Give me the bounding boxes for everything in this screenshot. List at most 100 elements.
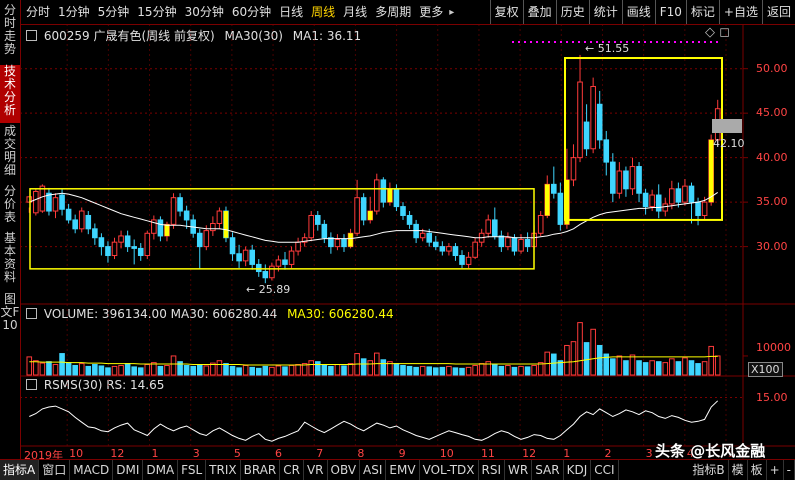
price-axis-label-2: 40.00: [756, 150, 788, 164]
indicator-tab-14[interactable]: RSI: [479, 460, 506, 480]
volume-bar-11: [98, 365, 105, 376]
indicator-tab-11[interactable]: ASI: [360, 460, 387, 480]
candle-body-36: [262, 271, 269, 279]
candle-body-23: [177, 197, 183, 212]
candle-body-40: [288, 250, 295, 265]
volume-bar-13: [111, 365, 118, 376]
volume-bar-6: [65, 362, 72, 376]
indicator-tab-16[interactable]: SAR: [532, 460, 564, 480]
volume-bar-39: [282, 366, 288, 376]
volume-bar-63: [439, 366, 446, 376]
candle-body-99: [675, 188, 682, 203]
indicator-tab-12[interactable]: EMV: [386, 460, 420, 480]
candle-body-43: [308, 214, 315, 239]
volume-bar-31: [229, 365, 236, 376]
volume-bar-40: [288, 364, 295, 376]
candle-body-101: [688, 185, 695, 203]
volume-bar-64: [446, 365, 452, 376]
volume-bar-46: [328, 365, 334, 376]
candle-body-1: [33, 190, 39, 214]
candle-body-103: [701, 201, 708, 216]
volume-bar-48: [341, 365, 347, 376]
indicator-tab-18[interactable]: CCI: [591, 460, 619, 480]
candle-body-87: [596, 103, 603, 141]
volume-bar-16: [131, 366, 137, 376]
volume-bar-27: [203, 365, 210, 376]
volume-bar-36: [262, 365, 269, 376]
volume-bar-57: [400, 364, 406, 376]
candle-body-57: [400, 206, 406, 216]
candle-body-37: [269, 265, 275, 279]
candle-body-73: [505, 237, 511, 248]
volume-bar-68: [472, 364, 478, 376]
candle-body-89: [610, 161, 616, 194]
volume-bar-98: [669, 358, 675, 376]
candle-body-95: [649, 194, 655, 208]
volume-bar-18: [144, 364, 151, 376]
volume-bar-94: [642, 362, 649, 376]
volume-bar-33: [242, 364, 249, 376]
indicator-tab-4[interactable]: DMA: [143, 460, 179, 480]
candle-body-5: [59, 194, 65, 210]
candle-body-13: [111, 241, 118, 257]
low-annotation: ← 25.89: [246, 283, 291, 296]
bottom-right-button-3[interactable]: +: [767, 460, 784, 480]
indicator-tab-0[interactable]: 指标A: [0, 460, 40, 480]
candle-body-12: [105, 246, 111, 257]
candle-body-51: [360, 197, 367, 221]
candle-body-53: [373, 179, 380, 212]
indicator-tab-6[interactable]: TRIX: [206, 460, 241, 480]
volume-bar-20: [157, 365, 164, 376]
volume-bar-91: [623, 360, 629, 376]
indicator-tab-15[interactable]: WR: [505, 460, 533, 480]
volume-bar-43: [308, 360, 315, 376]
indicator-tab-17[interactable]: KDJ: [564, 460, 592, 480]
price-marker: [712, 119, 742, 133]
candle-body-63: [439, 246, 446, 252]
volume-bar-89: [610, 358, 616, 376]
indicator-tab-5[interactable]: FSL: [178, 460, 207, 480]
candle-body-41: [295, 241, 301, 252]
volume-bar-76: [524, 366, 531, 376]
volume-bar-101: [688, 360, 695, 376]
volume-bar-14: [118, 364, 124, 376]
volume-bar-85: [583, 342, 590, 376]
candle-body-92: [629, 166, 636, 190]
stock-chart[interactable]: [0, 0, 795, 479]
candle-body-28: [210, 222, 216, 232]
indicator-tab-8[interactable]: CR: [280, 460, 304, 480]
candle-body-16: [131, 246, 137, 249]
volume-bar-12: [105, 367, 111, 376]
indicator-tab-10[interactable]: OBV: [328, 460, 361, 480]
volume-bar-103: [701, 361, 708, 376]
indicator-tab-3[interactable]: DMI: [113, 460, 144, 480]
indicator-tab-9[interactable]: VR: [304, 460, 328, 480]
indicator-tab-2[interactable]: MACD: [70, 460, 114, 480]
volume-bar-22: [170, 355, 177, 376]
volume-axis-label: 10000: [756, 341, 791, 354]
bottom-right-button-1[interactable]: 模: [729, 460, 748, 480]
volume-unit-label: X100: [748, 362, 783, 377]
volume-bar-1: [33, 360, 39, 376]
candle-body-98: [669, 188, 675, 205]
volume-bar-60: [419, 365, 426, 376]
volume-bar-0: [26, 356, 33, 376]
signal-candle-0: [164, 224, 170, 236]
indicator-tab-13[interactable]: VOL-TDX: [420, 460, 479, 480]
bottom-right-button-4[interactable]: -: [784, 460, 795, 480]
volume-bar-62: [432, 367, 439, 376]
candle-body-22: [170, 197, 177, 225]
volume-bar-102: [695, 363, 701, 376]
indicator-tab-1[interactable]: 窗口: [39, 460, 71, 480]
bottom-right-button-2[interactable]: 板: [748, 460, 767, 480]
volume-bar-99: [675, 361, 682, 376]
candle-body-4: [52, 197, 59, 212]
volume-bar-93: [636, 360, 642, 376]
volume-bar-66: [459, 367, 465, 376]
volume-bar-52: [367, 360, 374, 376]
bottom-right-button-0[interactable]: 指标B: [689, 460, 729, 480]
candle-body-62: [432, 241, 439, 248]
candle-body-61: [426, 232, 433, 243]
indicator-tab-7[interactable]: BRAR: [241, 460, 281, 480]
volume-bar-35: [255, 367, 262, 376]
